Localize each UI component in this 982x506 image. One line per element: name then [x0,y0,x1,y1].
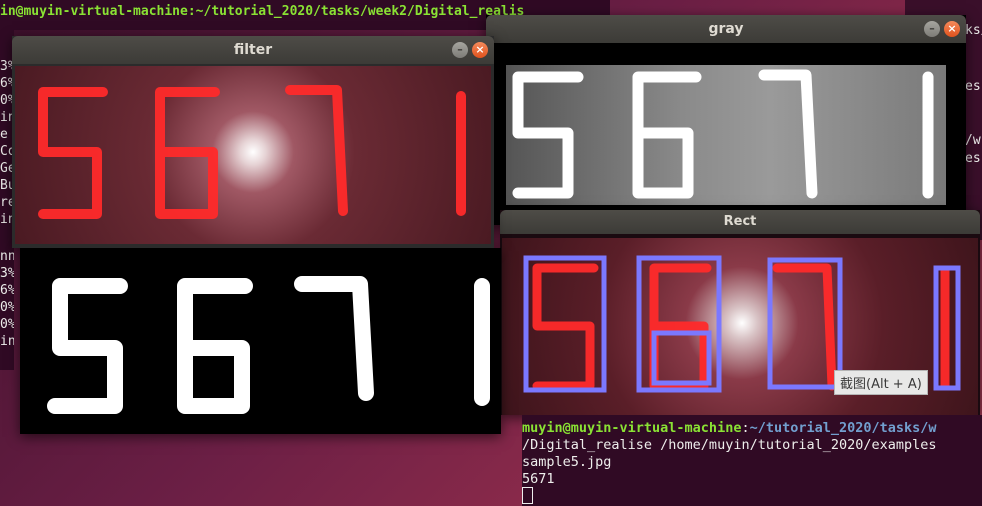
terminal-cursor [522,486,533,504]
terminal-bottom[interactable]: muyin@muyin-virtual-machine:~/tutorial_2… [522,415,982,506]
threshold-digits-svg [47,276,490,414]
gray-digit-5 [512,71,584,199]
terminal-fragment: ks/ [965,23,982,38]
filter-window-titlebar[interactable]: filter – × [12,36,494,64]
filter-window-title: filter [233,42,273,58]
gray-window[interactable]: gray – × [486,15,966,225]
filter-digits-svg [38,85,466,219]
rect-digit-5 [532,263,599,391]
gray-digit-6 [632,71,702,199]
rect-window-title: Rect [723,214,757,229]
gray-digits-svg [512,69,934,199]
terminal-prompt-line: muyin@muyin-virtual-machine:~/tutorial_2… [522,420,937,436]
minimize-icon[interactable]: – [452,42,468,58]
terminal-user-host: muyin@muyin-virtual-machine [522,420,742,436]
terminal-line-4: 5671 [522,471,555,487]
rect-digit-6 [649,263,712,391]
minimize-icon[interactable]: – [924,21,940,37]
thresh-digit-7 [294,276,374,401]
gray-image [506,65,946,205]
gray-digit-7 [758,69,818,199]
threshold-window[interactable] [20,248,501,434]
terminal-line: nn [0,249,14,264]
terminal-line: 3% [0,266,14,281]
screenshot-tooltip: 截图(Alt + A) [834,370,928,395]
terminal-line-2: /Digital_realise /home/muyin/tutorial_20… [522,437,937,453]
terminal-fragment: es [965,151,981,166]
gray-window-titlebar[interactable]: gray – × [486,15,966,43]
close-icon[interactable]: × [944,21,960,37]
rect-window-titlebar[interactable]: Rect [500,210,980,234]
terminal-line: 0% [0,317,14,332]
filter-image [15,66,491,244]
terminal-line: 6% [0,283,14,298]
terminal-fragment: /w [965,133,981,148]
terminal-path: ~/tutorial_2020/tasks/w [749,420,937,436]
terminal-cursor-line [522,486,982,505]
thresh-digit-6 [177,278,253,414]
rect-window[interactable]: Rect 截图(Alt + A) [500,210,980,415]
filter-digit-6 [155,87,220,219]
filter-digit-5 [38,87,108,219]
terminal-fragment: es [965,79,981,94]
terminal-left-lines-2: nn 3% 6% 0% 0% in [0,248,14,350]
terminal-line: 0% [0,300,14,315]
filter-digit-7 [285,85,348,216]
terminal-line: in [0,334,14,349]
close-icon[interactable]: × [472,42,488,58]
thresh-digit-5 [47,278,128,414]
gray-window-title: gray [708,21,744,37]
filter-window[interactable]: filter – × [12,36,494,248]
terminal-line-3: sample5.jpg [522,454,612,470]
rect-digit-7 [772,263,837,391]
